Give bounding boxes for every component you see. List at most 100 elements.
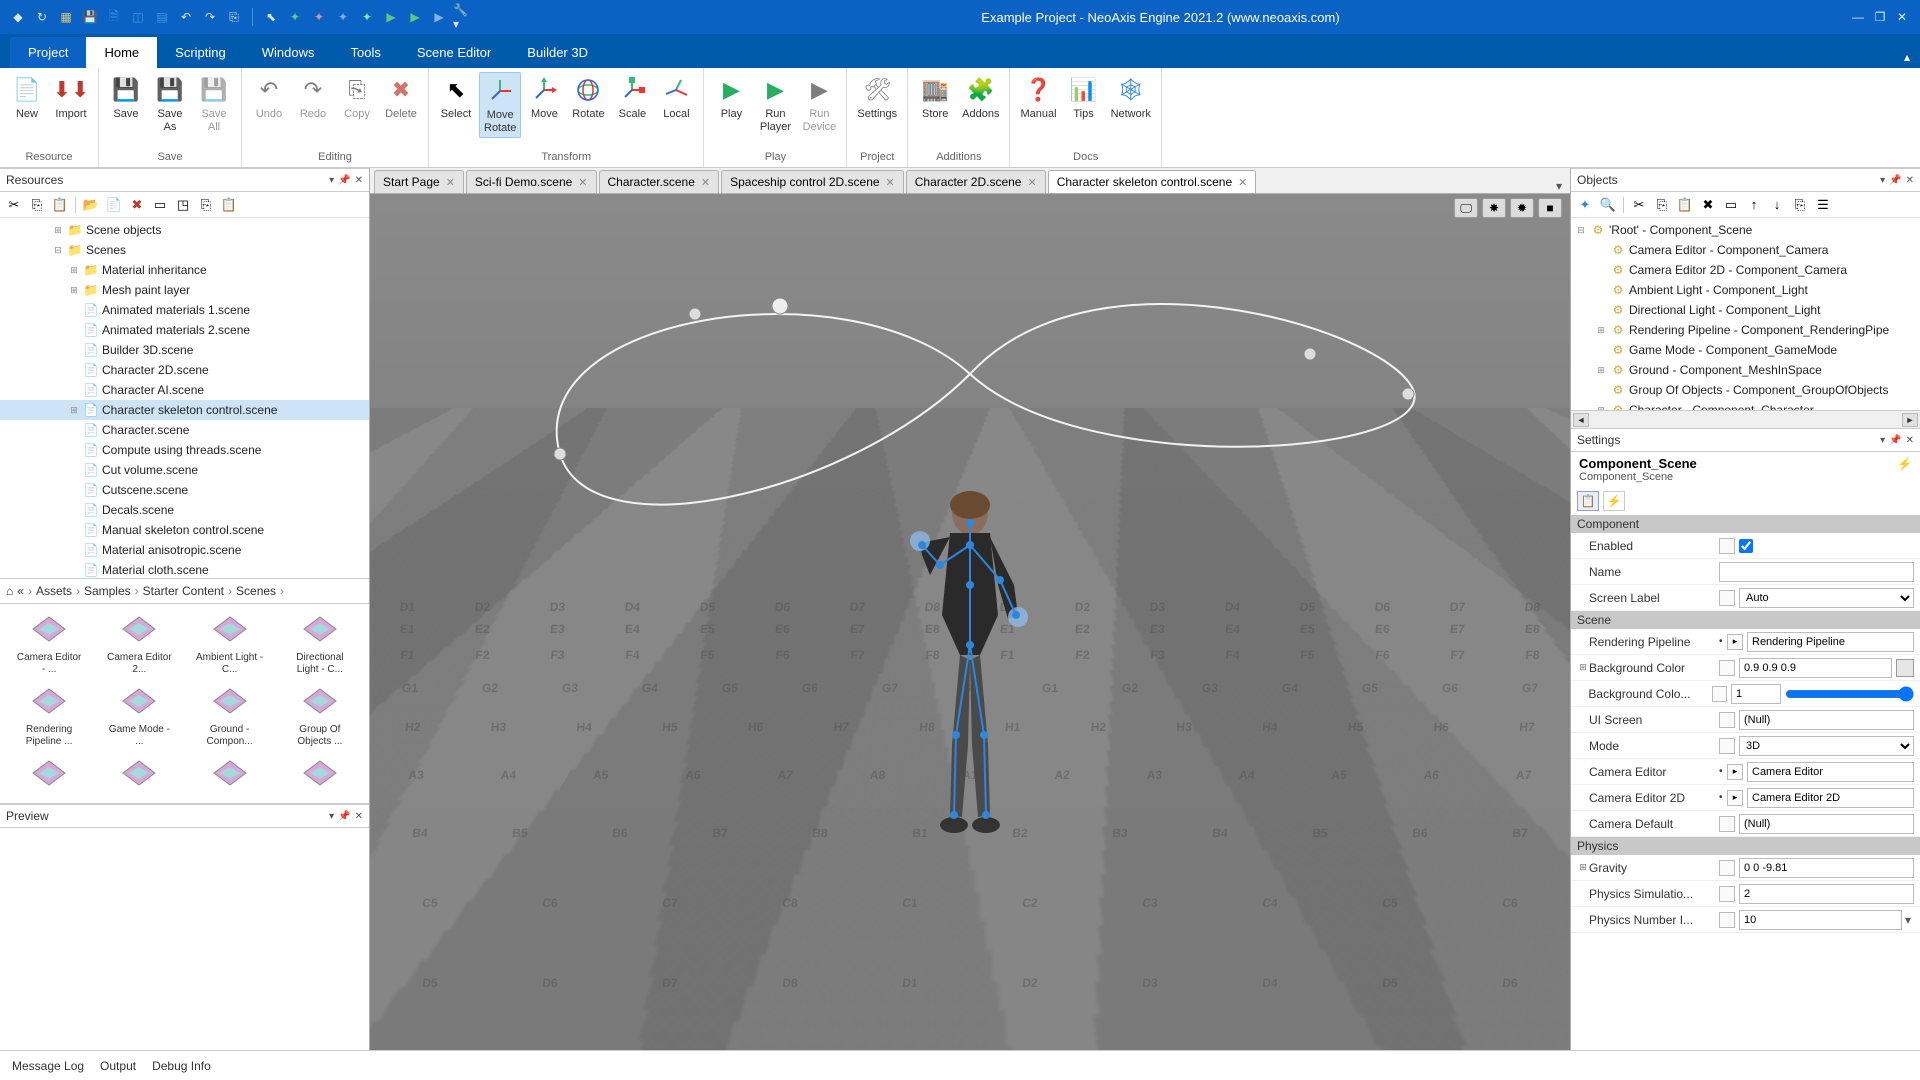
minimize-icon[interactable]: — xyxy=(1848,7,1868,27)
filter-icon[interactable]: ✦ xyxy=(1575,195,1595,215)
document-tab[interactable]: Start Page✕ xyxy=(374,170,464,193)
qat-redo-icon[interactable]: ↷ xyxy=(200,7,220,27)
manual-button[interactable]: ❓Manual xyxy=(1016,72,1060,123)
character-figure[interactable] xyxy=(880,485,1060,858)
physics-num-input[interactable] xyxy=(1739,910,1902,930)
bgcolor-env-slider[interactable] xyxy=(1785,686,1914,702)
select-button[interactable]: ⬉Select xyxy=(435,72,477,123)
tree-item[interactable]: ⊞📁Mesh paint layer xyxy=(0,280,369,300)
menu-home[interactable]: Home xyxy=(86,37,157,68)
cut-icon[interactable]: ✂ xyxy=(1629,195,1649,215)
bgcolor-env-input[interactable] xyxy=(1731,684,1781,704)
qat-undo-icon[interactable]: ↶ xyxy=(176,7,196,27)
list-icon[interactable]: ☰ xyxy=(1813,195,1833,215)
breadcrumb-item[interactable]: Samples xyxy=(84,584,131,598)
qat-select-icon[interactable]: ⬉ xyxy=(261,7,281,27)
panel-close-icon[interactable]: ✕ xyxy=(1906,175,1914,186)
up-icon[interactable]: ↑ xyxy=(1744,195,1764,215)
tree-item[interactable]: ⊟⚙'Root' - Component_Scene xyxy=(1571,220,1920,240)
tree-item[interactable]: ⊞📁Material inheritance xyxy=(0,260,369,280)
asset-item[interactable]: Group Of Objects ... xyxy=(279,684,361,748)
run-player-button[interactable]: ▶Run Player xyxy=(754,72,796,136)
prop-icon[interactable]: 📋 xyxy=(219,195,239,215)
camera-editor-input[interactable] xyxy=(1747,762,1914,782)
undo-button[interactable]: ↶Undo xyxy=(248,72,290,123)
asset-item[interactable]: Camera Editor 2... xyxy=(98,612,180,676)
asset-item[interactable]: Ambient Light - C... xyxy=(189,612,271,676)
folder-open-icon[interactable]: 📂 xyxy=(81,195,101,215)
tree-item[interactable]: ⚙Camera Editor - Component_Camera xyxy=(1571,240,1920,260)
move-rotate-button[interactable]: Move Rotate xyxy=(479,72,521,138)
qat-axis4-icon[interactable]: ✦ xyxy=(357,7,377,27)
tree-item[interactable]: ⚙Directional Light - Component_Light xyxy=(1571,300,1920,320)
tree-item[interactable]: 📄Compute using threads.scene xyxy=(0,440,369,460)
document-tab[interactable]: Character 2D.scene✕ xyxy=(906,170,1046,193)
status-debug-info[interactable]: Debug Info xyxy=(152,1059,211,1073)
tree-toggle-icon[interactable]: ⊞ xyxy=(52,225,64,236)
tree-toggle-icon[interactable]: ⊟ xyxy=(1575,225,1587,236)
menu-scene-editor[interactable]: Scene Editor xyxy=(399,37,509,68)
qat-play3-icon[interactable]: ▶ xyxy=(429,7,449,27)
asset-item[interactable]: Camera Editor - ... xyxy=(8,612,90,676)
close-icon[interactable]: ✕ xyxy=(1892,7,1912,27)
qat-layout1-icon[interactable]: ◫ xyxy=(128,7,148,27)
rendering-pipeline-input[interactable] xyxy=(1747,632,1914,652)
breadcrumb-item[interactable]: Assets xyxy=(36,584,72,598)
qat-save-icon[interactable]: 💾 xyxy=(80,7,100,27)
camera-default-input[interactable] xyxy=(1739,814,1914,834)
tree-toggle-icon[interactable]: ⊟ xyxy=(52,245,64,256)
settings-tab-props[interactable]: 📋 xyxy=(1577,491,1599,511)
tab-close-icon[interactable]: ✕ xyxy=(701,176,710,189)
tree-toggle-icon[interactable]: ⊞ xyxy=(68,405,80,416)
ui-screen-input[interactable] xyxy=(1739,710,1914,730)
menu-windows[interactable]: Windows xyxy=(244,37,333,68)
menu-scripting[interactable]: Scripting xyxy=(157,37,244,68)
panel-dropdown-icon[interactable]: ▾ xyxy=(329,175,334,186)
tree-item[interactable]: 📄Character 2D.scene xyxy=(0,360,369,380)
horizontal-scrollbar[interactable]: ◄► xyxy=(1571,410,1920,428)
asset-item[interactable] xyxy=(279,756,361,796)
qat-sync-icon[interactable]: ↻ xyxy=(32,7,52,27)
bgcolor-input[interactable] xyxy=(1739,658,1892,678)
status-message-log[interactable]: Message Log xyxy=(12,1059,84,1073)
panel-close-icon[interactable]: ✕ xyxy=(355,811,363,822)
breadcrumb-item[interactable]: Starter Content xyxy=(143,584,224,598)
expand-icon[interactable]: ◳ xyxy=(173,195,193,215)
qat-tools-icon[interactable]: 🔧▾ xyxy=(453,7,473,27)
panel-pin-icon[interactable]: 📌 xyxy=(1889,175,1901,186)
document-tab[interactable]: Spaceship control 2D.scene✕ xyxy=(721,170,904,193)
dup-icon[interactable]: ⎘ xyxy=(1790,195,1810,215)
screen-label-combo[interactable]: Auto xyxy=(1739,588,1914,608)
tree-item[interactable]: ⊞⚙Character - Component_Character xyxy=(1571,400,1920,410)
panel-pin-icon[interactable]: 📌 xyxy=(338,811,350,822)
maximize-icon[interactable]: ❐ xyxy=(1870,7,1890,27)
breadcrumb-root-icon[interactable]: ⌂ xyxy=(6,584,13,598)
qat-axis1-icon[interactable]: ✦ xyxy=(285,7,305,27)
tab-close-icon[interactable]: ✕ xyxy=(578,176,587,189)
tree-item[interactable]: 📄Animated materials 1.scene xyxy=(0,300,369,320)
document-tab[interactable]: Character.scene✕ xyxy=(599,170,720,193)
panel-pin-icon[interactable]: 📌 xyxy=(338,175,350,186)
tree-item[interactable]: 📄Cut volume.scene xyxy=(0,460,369,480)
breadcrumb[interactable]: ⌂«›Assets›Samples›Starter Content›Scenes… xyxy=(0,578,369,604)
tree-item[interactable]: ⊞⚙Ground - Component_MeshInSpace xyxy=(1571,360,1920,380)
panel-close-icon[interactable]: ✕ xyxy=(355,175,363,186)
play-button[interactable]: ▶Play xyxy=(710,72,752,123)
qat-axis2-icon[interactable]: ✦ xyxy=(309,7,329,27)
delete-button[interactable]: ✖Delete xyxy=(380,72,422,123)
asset-item[interactable]: Ground - Compon... xyxy=(189,684,271,748)
rename-icon[interactable]: ▭ xyxy=(150,195,170,215)
document-tab[interactable]: Character skeleton control.scene✕ xyxy=(1048,170,1257,193)
tree-item[interactable]: 📄Builder 3D.scene xyxy=(0,340,369,360)
qat-play-icon[interactable]: ▶ xyxy=(381,7,401,27)
menu-builder-3d[interactable]: Builder 3D xyxy=(509,37,606,68)
asset-item[interactable] xyxy=(189,756,271,796)
addons-button[interactable]: 🧩Addons xyxy=(958,72,1003,123)
scale-button[interactable]: Scale xyxy=(611,72,653,123)
tree-item[interactable]: ⊞📄Character skeleton control.scene xyxy=(0,400,369,420)
copy-button[interactable]: ⎘Copy xyxy=(336,72,378,123)
qat-copy-icon[interactable]: ⎘ xyxy=(224,7,244,27)
panel-dropdown-icon[interactable]: ▾ xyxy=(1880,435,1885,446)
rotate-button[interactable]: Rotate xyxy=(567,72,609,123)
scene-viewport[interactable]: 🖵 ✸ ✹ ■ D5D6D7D8D1D2D3D4D5D6 C5C6C7C8C1C… xyxy=(370,194,1570,1050)
